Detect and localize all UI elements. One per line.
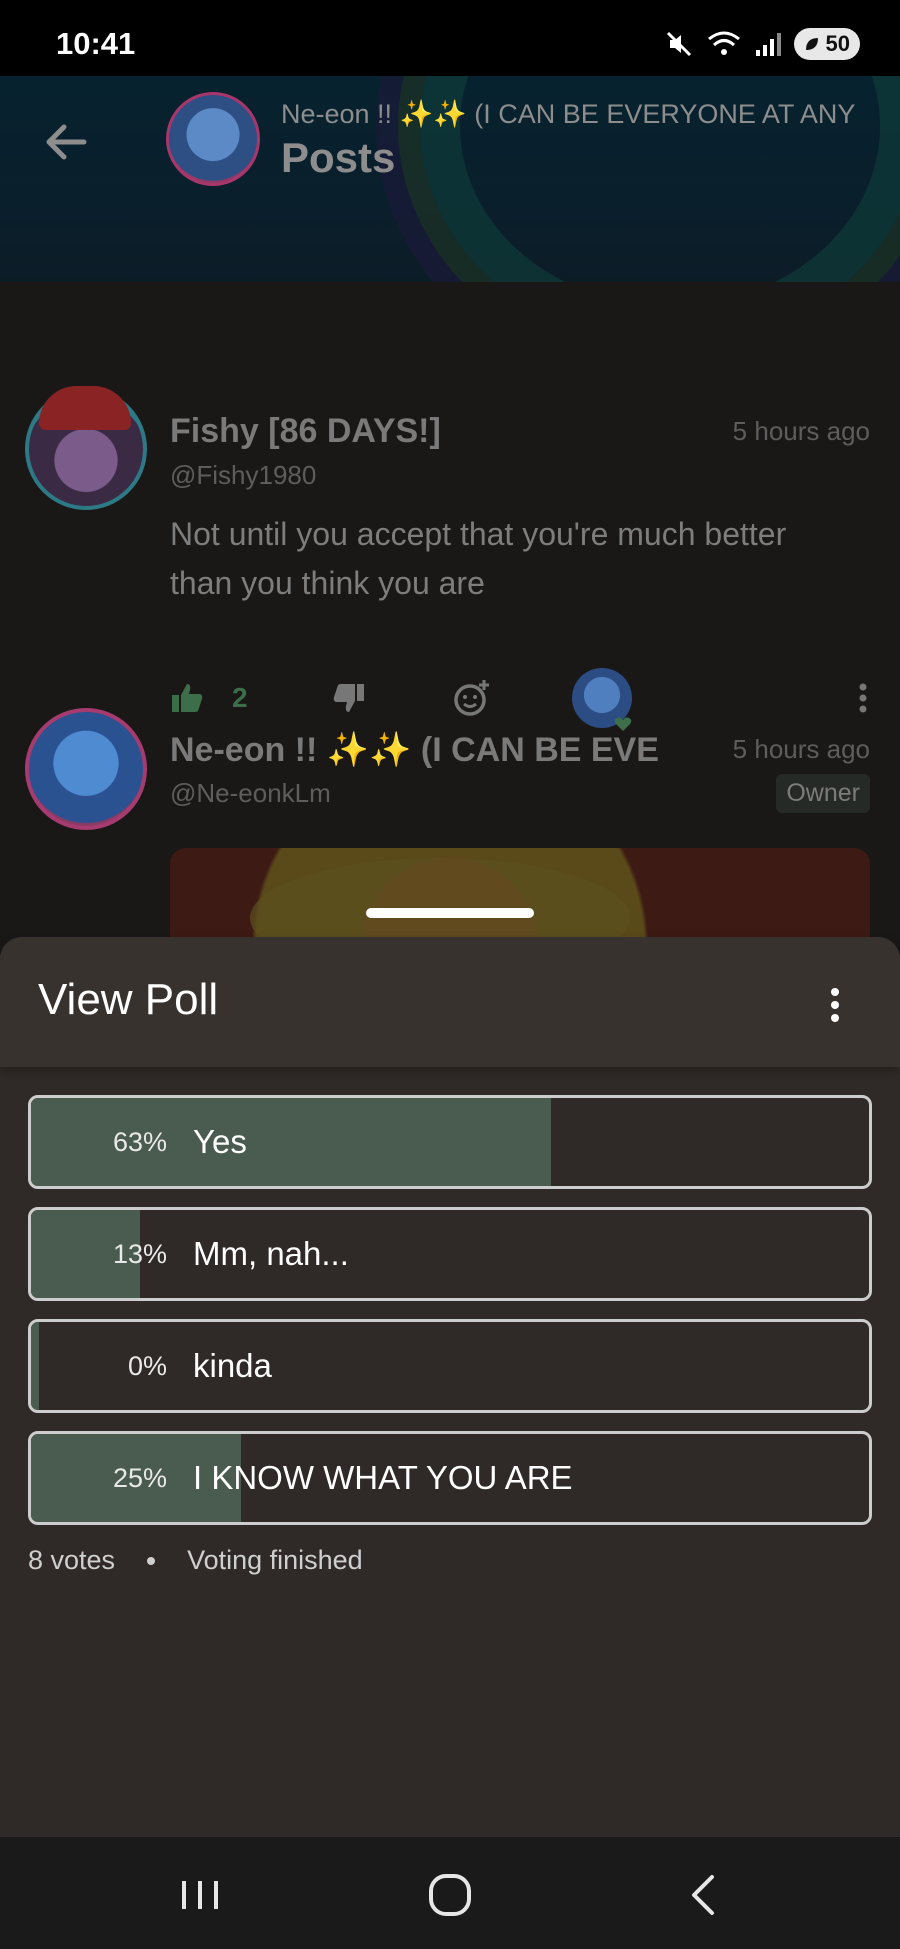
battery-level: 50: [825, 31, 850, 56]
add-reaction-icon[interactable]: [452, 678, 492, 718]
poll-option-label: I KNOW WHAT YOU ARE: [193, 1459, 573, 1496]
poll-option-percent: 63%: [112, 1127, 167, 1157]
poll-option[interactable]: 25% I KNOW WHAT YOU ARE: [28, 1431, 872, 1525]
poll-status: Voting finished: [187, 1545, 363, 1575]
poll-option-label: Mm, nah...: [193, 1235, 349, 1272]
avatar[interactable]: [25, 708, 147, 830]
poll-option[interactable]: 63% Yes: [28, 1095, 872, 1189]
status-icons: 50: [664, 26, 860, 62]
separator-dot: [147, 1556, 156, 1565]
owner-badge: Owner: [776, 774, 870, 813]
thumbs-up-icon[interactable]: [170, 682, 204, 714]
more-options-icon[interactable]: [830, 987, 840, 1023]
avatar[interactable]: [25, 386, 147, 510]
poll-option[interactable]: 0% kinda: [28, 1319, 872, 1413]
battery-indicator: 50: [793, 28, 860, 60]
poll-option-percent: 0%: [127, 1351, 167, 1381]
community-title: Ne-eon !! ✨✨ (I CAN BE EVERYONE AT ANY: [281, 99, 856, 129]
community-header: Ne-eon !! ✨✨ (I CAN BE EVERYONE AT ANY P…: [0, 76, 900, 282]
post-time: 5 hours ago: [732, 734, 870, 764]
community-avatar[interactable]: [166, 92, 260, 186]
mute-icon: [666, 31, 691, 57]
sheet-drag-handle[interactable]: [366, 908, 534, 918]
poll-option-percent: 13%: [112, 1239, 167, 1269]
system-nav-bar: [0, 1837, 900, 1949]
thumbs-down-icon[interactable]: [332, 682, 366, 714]
signal-icon: [755, 33, 781, 56]
poll-option-label: kinda: [193, 1347, 272, 1384]
post-time: 5 hours ago: [732, 416, 870, 446]
poll-sheet-header: View Poll: [0, 937, 900, 1067]
poll-footer: 8 votes Voting finished: [28, 1545, 363, 1576]
post-handle: @Fishy1980: [170, 460, 317, 490]
reactor-avatar[interactable]: [571, 668, 632, 731]
post-text: Not until you accept that you're much be…: [170, 516, 787, 601]
poll-title: View Poll: [38, 975, 219, 1024]
home-icon[interactable]: [420, 1867, 480, 1923]
like-count: 2: [232, 682, 248, 713]
post-author[interactable]: Fishy [86 DAYS!]: [170, 412, 441, 451]
poll-option-percent: 25%: [112, 1463, 167, 1493]
page-title: Posts: [281, 134, 396, 181]
post-author[interactable]: Ne-eon !! ✨✨ (I CAN BE EVE: [170, 730, 680, 770]
post-handle: @Ne-eonkLm: [170, 778, 331, 808]
poll-option-label: Yes: [193, 1123, 247, 1160]
vote-count: 8 votes: [28, 1545, 116, 1575]
poll-sheet: View Poll 63% Yes 13% Mm, nah... 0% kind…: [0, 937, 900, 1837]
back-icon[interactable]: [674, 1867, 734, 1923]
battery-saver-icon: [805, 38, 818, 50]
poll-option[interactable]: 13% Mm, nah...: [28, 1207, 872, 1301]
recent-apps-icon[interactable]: [170, 1867, 230, 1923]
post-actions: 2: [170, 668, 868, 731]
status-bar: 10:41 50: [0, 0, 900, 76]
status-time: 10:41: [56, 26, 136, 61]
wifi-icon: [707, 31, 740, 55]
back-arrow-icon[interactable]: [40, 116, 92, 168]
more-options-icon[interactable]: [858, 683, 868, 713]
